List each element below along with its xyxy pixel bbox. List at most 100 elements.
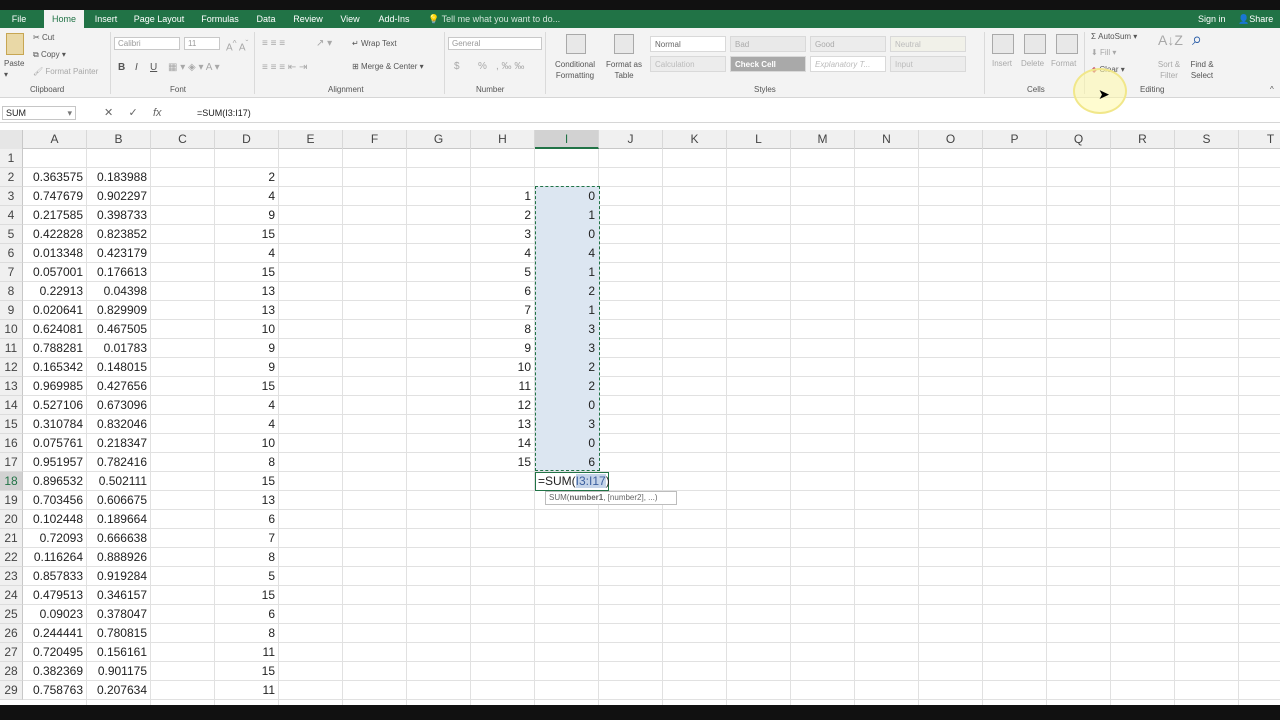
cell-d6[interactable]: 4 [215,244,279,263]
cell-a19[interactable]: 0.703456 [23,491,87,510]
cell-a13[interactable]: 0.969985 [23,377,87,396]
cell-b20[interactable]: 0.189664 [87,510,151,529]
cell-i17[interactable]: 6 [535,453,599,472]
tab-review[interactable]: Review [288,10,328,28]
cell-h10[interactable]: 8 [471,320,535,339]
style-bad[interactable]: Bad [730,36,806,52]
name-box[interactable]: SUM ▾ [2,106,76,120]
cell-b2[interactable]: 0.183988 [87,168,151,187]
column-header-a[interactable]: A [23,130,87,149]
column-header-t[interactable]: T [1239,130,1280,149]
column-header-b[interactable]: B [87,130,151,149]
formula-input[interactable]: =SUM(I3:I17) [197,103,251,123]
cell-i13[interactable]: 2 [535,377,599,396]
cell-i7[interactable]: 1 [535,263,599,282]
column-header-f[interactable]: F [343,130,407,149]
wrap-text-button[interactable]: ↵ Wrap Text [352,39,397,48]
italic-button[interactable]: I [135,62,138,73]
cell-a11[interactable]: 0.788281 [23,339,87,358]
row-header-15[interactable]: 15 [0,415,23,434]
cell-a16[interactable]: 0.075761 [23,434,87,453]
format-as-table-button[interactable]: Format as Table [602,59,646,81]
cell-b7[interactable]: 0.176613 [87,263,151,282]
insert-cells-button[interactable]: Insert [992,59,1012,68]
cell-b16[interactable]: 0.218347 [87,434,151,453]
cell-b9[interactable]: 0.829909 [87,301,151,320]
cell-h8[interactable]: 6 [471,282,535,301]
row-header-20[interactable]: 20 [0,510,23,529]
cell-b19[interactable]: 0.606675 [87,491,151,510]
row-header-2[interactable]: 2 [0,168,23,187]
cell-b6[interactable]: 0.423179 [87,244,151,263]
cell-b22[interactable]: 0.888926 [87,548,151,567]
column-header-e[interactable]: E [279,130,343,149]
cell-h16[interactable]: 14 [471,434,535,453]
cell-a26[interactable]: 0.244441 [23,624,87,643]
cell-h9[interactable]: 7 [471,301,535,320]
cell-d13[interactable]: 15 [215,377,279,396]
number-format-box[interactable]: General [448,37,542,50]
grow-font-icon[interactable]: A^ Aˇ [226,38,248,53]
row-header-14[interactable]: 14 [0,396,23,415]
column-header-d[interactable]: D [215,130,279,149]
cell-b10[interactable]: 0.467505 [87,320,151,339]
cell-d12[interactable]: 9 [215,358,279,377]
cell-i8[interactable]: 2 [535,282,599,301]
column-header-g[interactable]: G [407,130,471,149]
fill-button[interactable]: ⬇ Fill ▾ [1091,48,1116,57]
style-check-cell[interactable]: Check Cell [730,56,806,72]
row-header-17[interactable]: 17 [0,453,23,472]
align-left-icon[interactable]: ≡ ≡ ≡ ⇤ ⇥ [262,62,307,73]
row-header-12[interactable]: 12 [0,358,23,377]
cell-a7[interactable]: 0.057001 [23,263,87,282]
tab-data[interactable]: Data [250,10,282,28]
column-header-m[interactable]: M [791,130,855,149]
cell-i9[interactable]: 1 [535,301,599,320]
cell-a20[interactable]: 0.102448 [23,510,87,529]
select-all-corner[interactable] [0,130,23,149]
cell-d9[interactable]: 13 [215,301,279,320]
row-header-9[interactable]: 9 [0,301,23,320]
cell-h13[interactable]: 11 [471,377,535,396]
tab-view[interactable]: View [334,10,366,28]
cell-a3[interactable]: 0.747679 [23,187,87,206]
row-header-10[interactable]: 10 [0,320,23,339]
format-painter-button[interactable]: 🖌 Format Painter [33,67,98,76]
tab-file[interactable]: File [4,10,34,28]
tab-add-ins[interactable]: Add-Ins [372,10,416,28]
cell-a14[interactable]: 0.527106 [23,396,87,415]
row-header-4[interactable]: 4 [0,206,23,225]
cell-a6[interactable]: 0.013348 [23,244,87,263]
worksheet-grid[interactable]: ABCDEFGHIJKLMNOPQRST 1 2 3 4 5 6 7 8 9 10 11 12 13 14… [0,130,1280,705]
column-header-c[interactable]: C [151,130,215,149]
cell-b27[interactable]: 0.156161 [87,643,151,662]
cell-d2[interactable]: 2 [215,168,279,187]
cell-d10[interactable]: 10 [215,320,279,339]
tab-insert[interactable]: Insert [88,10,124,28]
cell-d7[interactable]: 15 [215,263,279,282]
column-header-n[interactable]: N [855,130,919,149]
cell-h7[interactable]: 5 [471,263,535,282]
cell-h4[interactable]: 2 [471,206,535,225]
cell-a27[interactable]: 0.720495 [23,643,87,662]
cell-i12[interactable]: 2 [535,358,599,377]
cell-b14[interactable]: 0.673096 [87,396,151,415]
row-header-6[interactable]: 6 [0,244,23,263]
name-box-dropdown-icon[interactable]: ▾ [67,107,72,119]
cell-d8[interactable]: 13 [215,282,279,301]
cell-b26[interactable]: 0.780815 [87,624,151,643]
cell-b28[interactable]: 0.901175 [87,662,151,681]
style-normal[interactable]: Normal [650,36,726,52]
bold-button[interactable]: B [118,62,125,73]
cell-b17[interactable]: 0.782416 [87,453,151,472]
column-header-k[interactable]: K [663,130,727,149]
cell-d28[interactable]: 15 [215,662,279,681]
cell-a24[interactable]: 0.479513 [23,586,87,605]
style-explanatory[interactable]: Explanatory T... [810,56,886,72]
row-header-7[interactable]: 7 [0,263,23,282]
row-header-23[interactable]: 23 [0,567,23,586]
column-header-q[interactable]: Q [1047,130,1111,149]
tab-page-layout[interactable]: Page Layout [128,10,190,28]
row-header-26[interactable]: 26 [0,624,23,643]
cell-b5[interactable]: 0.823852 [87,225,151,244]
